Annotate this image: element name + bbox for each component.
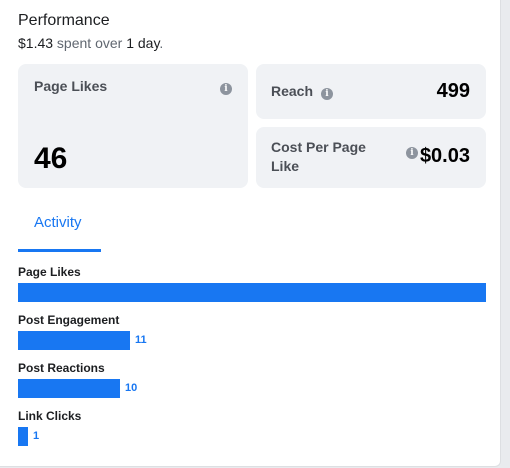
activity-label: Page Likes (18, 265, 81, 279)
activity-bar (18, 427, 28, 446)
cost-per-like-value: $0.03 (419, 145, 470, 167)
info-icon[interactable]: i (406, 147, 418, 159)
info-icon[interactable]: i (220, 83, 232, 95)
tab-activity[interactable]: Activity (18, 205, 101, 252)
reach-label: Reach (271, 83, 314, 99)
activity-label: Post Engagement (18, 313, 120, 327)
tab-active-indicator (18, 249, 101, 252)
activity-label: Post Reactions (18, 361, 105, 375)
spend-duration: 1 day (126, 35, 160, 51)
card-title: Performance (18, 12, 110, 29)
cost-per-like-tile: Cost Per Page Like i $0.03 (256, 127, 486, 188)
activity-item-page-likes: Page Likes (18, 265, 488, 302)
page-likes-label: Page Likes (34, 78, 108, 94)
page-likes-value: 46 (34, 142, 68, 175)
cost-per-like-label: Cost Per Page Like (271, 139, 366, 174)
spent-mid-text: spent over (53, 35, 127, 51)
page-likes-tile: Page Likes i 46 (18, 64, 248, 188)
activity-bar (18, 331, 130, 350)
spent-end-text: . (159, 35, 164, 51)
reach-value: 499 (436, 80, 470, 102)
performance-card: Performance $1.43 spent over 1 day. Page… (0, 0, 501, 467)
activity-label: Link Clicks (18, 409, 82, 423)
activity-item-link-clicks: Link Clicks 1 (18, 409, 488, 446)
activity-item-post-engagement: Post Engagement 11 (18, 313, 488, 350)
activity-value: 11 (135, 334, 147, 346)
activity-item-post-reactions: Post Reactions 10 (18, 361, 488, 398)
activity-bar (18, 283, 486, 302)
tab-activity-label: Activity (34, 214, 82, 231)
reach-tile: Reach i 499 (256, 64, 486, 119)
info-icon[interactable]: i (321, 88, 333, 100)
spent-amount: $1.43 (18, 35, 54, 51)
spend-summary: $1.43 spent over 1 day. (18, 35, 163, 51)
activity-bar (18, 379, 120, 398)
activity-value: 10 (125, 382, 138, 394)
activity-value: 1 (33, 430, 40, 442)
